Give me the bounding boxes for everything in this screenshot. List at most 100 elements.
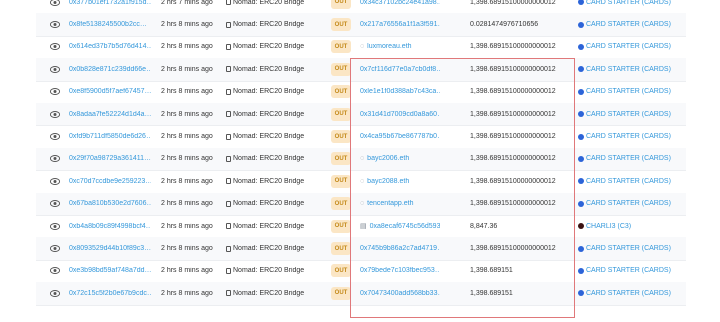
eye-icon[interactable] (50, 109, 60, 119)
from-address[interactable]: Nomad: ERC20 Bridge (226, 66, 326, 73)
txn-hash-link[interactable]: 0x0b828e871c239dd66e… (69, 66, 151, 73)
from-address[interactable]: Nomad: ERC20 Bridge (226, 178, 326, 185)
token-link[interactable]: CARD STARTER (CARDS) (578, 133, 698, 140)
direction-badge: OUT (331, 219, 351, 233)
age-text: 2 hrs 8 mins ago (161, 133, 213, 141)
from-address[interactable]: Nomad: ERC20 Bridge (226, 223, 326, 230)
table-row: 0xc70d7ccdbe9e259223… 2 hrs 8 mins ago N… (36, 170, 686, 194)
token-link[interactable]: CARD STARTER (CARDS) (578, 290, 698, 297)
token-link[interactable]: CARD STARTER (CARDS) (578, 245, 698, 252)
token-label: CARD STARTER (CARDS) (586, 43, 671, 51)
token-link[interactable]: CARD STARTER (CARDS) (578, 0, 698, 6)
to-address-link[interactable]: 0xle1e1f0d388ab7c43ca… (360, 88, 440, 95)
to-address-link[interactable]: ◌ bayc2006.eth (360, 155, 440, 162)
txn-hash-link[interactable]: 0x8adaa7fe52224d1d4a… (69, 111, 151, 118)
token-label: CARD STARTER (CARDS) (586, 200, 671, 208)
token-logo-icon (578, 111, 584, 118)
from-address[interactable]: Nomad: ERC20 Bridge (226, 290, 326, 297)
contract-icon (226, 66, 231, 73)
eye-icon[interactable] (50, 20, 60, 30)
from-address[interactable]: Nomad: ERC20 Bridge (226, 155, 326, 162)
table-row: 0xe8f5900d5f7aef67457… 2 hrs 8 mins ago … (36, 81, 686, 104)
token-link[interactable]: CHARLI3 (C3) (578, 223, 698, 230)
eye-icon[interactable] (50, 244, 60, 254)
to-address-link[interactable]: ◌ tencentapp.eth (360, 200, 440, 207)
txn-hash-link[interactable]: 0xe3b98bd59af748a7dd… (69, 267, 151, 274)
token-label: CARD STARTER (CARDS) (586, 21, 671, 29)
direction-badge: OUT (331, 107, 351, 121)
to-type-icon: ◌ (360, 177, 365, 185)
to-type-icon: ◌ (360, 200, 365, 208)
txn-hash-link[interactable]: 0x72c15c5f2b0e67b9cdc… (69, 290, 151, 297)
from-label: Nomad: ERC20 Bridge (233, 43, 305, 51)
txn-hash-link[interactable]: 0x67ba810b530e2d7606… (69, 200, 151, 207)
from-address[interactable]: Nomad: ERC20 Bridge (226, 245, 326, 252)
contract-icon (226, 21, 231, 28)
token-link[interactable]: CARD STARTER (CARDS) (578, 200, 698, 207)
eye-icon[interactable] (50, 87, 60, 97)
to-address-link[interactable]: 0x31d41d7009cd0a8a60… (360, 111, 440, 118)
direction-badge: OUT (331, 0, 351, 9)
from-label: Nomad: ERC20 Bridge (233, 133, 305, 141)
to-address-link[interactable]: 0x70473400add568bb33… (360, 290, 440, 297)
from-address[interactable]: Nomad: ERC20 Bridge (226, 0, 326, 6)
token-link[interactable]: CARD STARTER (CARDS) (578, 111, 698, 118)
table-row: 0x29f70a98729a361411… 2 hrs 8 mins ago N… (36, 147, 686, 172)
eye-icon[interactable] (50, 42, 60, 52)
to-address-link[interactable]: 0x4ca95b67be867787b0… (360, 133, 440, 140)
contract-icon (226, 155, 231, 162)
eye-icon[interactable] (50, 199, 60, 209)
txn-hash-link[interactable]: 0xc70d7ccdbe9e259223… (69, 178, 151, 185)
age-text: 2 hrs 8 mins ago (161, 88, 213, 96)
to-address-link[interactable]: 0x34c37102bc24e41a98… (360, 0, 440, 6)
to-address-link[interactable]: ◌ bayc2088.eth (360, 178, 440, 185)
txn-hash-link[interactable]: 0xfd9b711df5850de6d26… (69, 133, 151, 140)
eye-icon[interactable] (50, 221, 60, 231)
from-address[interactable]: Nomad: ERC20 Bridge (226, 88, 326, 95)
from-address[interactable]: Nomad: ERC20 Bridge (226, 111, 326, 118)
from-address[interactable]: Nomad: ERC20 Bridge (226, 133, 326, 140)
token-link[interactable]: CARD STARTER (CARDS) (578, 88, 698, 95)
quantity-value: 1,398.68915100000000012 (470, 200, 556, 208)
from-address[interactable]: Nomad: ERC20 Bridge (226, 43, 326, 50)
to-address-link[interactable]: 0x217a76556a1f1a3f591… (360, 21, 440, 28)
to-address-link[interactable]: ◌ luxmoreau.eth (360, 43, 440, 50)
eye-icon[interactable] (50, 0, 60, 7)
token-logo-icon (578, 200, 584, 207)
token-link[interactable]: CARD STARTER (CARDS) (578, 267, 698, 274)
token-link[interactable]: CARD STARTER (CARDS) (578, 43, 698, 50)
to-address-link[interactable]: 0x79bede7c103fbec953… (360, 267, 440, 274)
txn-hash-link[interactable]: 0x614ed37b7b5d76d414… (69, 43, 151, 50)
table-row: 0x377b01ef1732a1f915d… 2 hrs 7 mins ago … (36, 0, 686, 15)
txn-hash-link[interactable]: 0x8fe5138245500b2cc… (69, 21, 151, 28)
from-address[interactable]: Nomad: ERC20 Bridge (226, 200, 326, 207)
token-link[interactable]: CARD STARTER (CARDS) (578, 178, 698, 185)
from-label: Nomad: ERC20 Bridge (233, 88, 305, 96)
token-link[interactable]: CARD STARTER (CARDS) (578, 155, 698, 162)
eye-icon[interactable] (50, 176, 60, 186)
token-link[interactable]: CARD STARTER (CARDS) (578, 21, 698, 28)
table-row: 0x67ba810b530e2d7606… 2 hrs 8 mins ago N… (36, 192, 686, 216)
to-type-icon: ◌ (360, 155, 365, 163)
txn-hash-link[interactable]: 0x8093529d44b10f89c3… (69, 245, 151, 252)
eye-icon[interactable] (50, 154, 60, 164)
to-address-link[interactable]: ▤ 0xa8ecaf6745c56d5935c… (360, 222, 440, 231)
from-label: Nomad: ERC20 Bridge (233, 245, 305, 253)
txn-hash-link[interactable]: 0xe8f5900d5f7aef67457… (69, 88, 151, 95)
direction-badge: OUT (331, 62, 351, 76)
txn-hash-link[interactable]: 0xb4a8b09c89f4998bcf4… (69, 223, 151, 230)
eye-icon[interactable] (50, 288, 60, 298)
to-label: bayc2088.eth (367, 177, 410, 185)
eye-icon[interactable] (50, 266, 60, 276)
from-address[interactable]: Nomad: ERC20 Bridge (226, 21, 326, 28)
to-address-link[interactable]: 0x7cf116d77e0a7cb0df8… (360, 66, 440, 73)
txn-hash-link[interactable]: 0x377b01ef1732a1f915d… (69, 0, 151, 6)
eye-icon[interactable] (50, 132, 60, 142)
direction-badge: OUT (331, 40, 351, 54)
to-address-link[interactable]: 0x745b9b86a2c7ad4719… (360, 245, 440, 252)
contract-icon (226, 245, 231, 252)
from-address[interactable]: Nomad: ERC20 Bridge (226, 267, 326, 274)
txn-hash-link[interactable]: 0x29f70a98729a361411… (69, 155, 151, 162)
token-link[interactable]: CARD STARTER (CARDS) (578, 66, 698, 73)
eye-icon[interactable] (50, 64, 60, 74)
